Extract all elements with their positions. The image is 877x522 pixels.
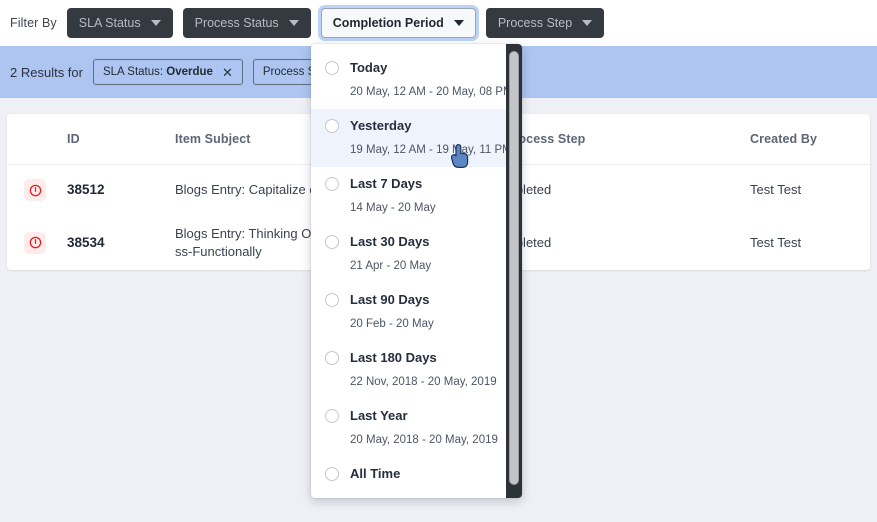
dropdown-option-range: 20 Feb - 20 May (350, 318, 434, 330)
dropdown-option-texts: Last Year 20 May, 2018 - 20 May, 2019 (339, 407, 498, 448)
row-id: 38534 (63, 234, 171, 252)
row-created-by: Test Test (746, 234, 866, 252)
app-root: Filter By SLA Status Process Status Comp… (0, 0, 877, 522)
filter-by-label: Filter By (10, 16, 57, 30)
table-header-id[interactable]: ID (63, 132, 171, 146)
radio-icon[interactable] (325, 119, 339, 133)
filter-button-process-step[interactable]: Process Step (485, 8, 605, 38)
dropdown-option-texts: Last 30 Days 21 Apr - 20 May (339, 233, 431, 274)
dropdown-option-yesterday[interactable]: Yesterday 19 May, 12 AM - 19 May, 11 PM (311, 109, 522, 167)
results-count-label: 2 Results for (10, 64, 83, 80)
dropdown-option-label: Last Year (350, 408, 408, 423)
row-created-by-value: Test Test (750, 234, 802, 250)
dropdown-options-list: Today 20 May, 12 AM - 20 May, 08 PM Yest… (311, 44, 522, 498)
filter-chip-value: Overdue (166, 66, 213, 78)
row-process-step: mpleted (501, 234, 746, 252)
dropdown-option-range: 19 May, 12 AM - 19 May, 11 PM (350, 144, 512, 156)
dropdown-option-label: Last 180 Days (350, 350, 437, 365)
row-created-by: Test Test (746, 181, 866, 199)
filter-button-label: Process Status (194, 16, 279, 30)
dropdown-option-last-year[interactable]: Last Year 20 May, 2018 - 20 May, 2019 (311, 399, 522, 457)
completion-period-dropdown: Today 20 May, 12 AM - 20 May, 08 PM Yest… (311, 44, 522, 498)
filter-button-process-status[interactable]: Process Status (182, 8, 311, 38)
close-icon[interactable]: ✕ (222, 66, 233, 79)
filter-chip-text: SLA Status: Overdue (102, 66, 213, 78)
row-created-by-value: Test Test (750, 182, 802, 197)
chevron-down-icon (453, 20, 464, 26)
chevron-down-icon (288, 20, 299, 26)
filter-button-completion-period[interactable]: Completion Period (320, 8, 476, 38)
radio-icon[interactable] (325, 467, 339, 481)
table-header-process-step[interactable]: Process Step (501, 132, 746, 146)
dropdown-option-range: 14 May - 20 May (350, 202, 436, 214)
chevron-down-icon (150, 20, 161, 26)
dropdown-option-label: Last 30 Days (350, 234, 430, 249)
row-status-cell (7, 231, 63, 254)
dropdown-option-range: 20 May, 2018 - 20 May, 2019 (350, 434, 498, 446)
dropdown-option-last-90-days[interactable]: Last 90 Days 20 Feb - 20 May (311, 283, 522, 341)
dropdown-option-texts: Last 7 Days 14 May - 20 May (339, 175, 436, 216)
dropdown-option-last-7-days[interactable]: Last 7 Days 14 May - 20 May (311, 167, 522, 225)
row-id: 38512 (63, 181, 171, 199)
filter-button-label: Completion Period (332, 16, 444, 30)
dropdown-option-range: 20 May, 12 AM - 20 May, 08 PM (350, 86, 513, 98)
radio-icon[interactable] (325, 61, 339, 75)
row-id-value: 38512 (67, 182, 105, 197)
row-id-value: 38534 (67, 234, 105, 250)
dropdown-option-label: Yesterday (350, 118, 412, 133)
dropdown-option-range: 21 Apr - 20 May (350, 260, 432, 272)
radio-icon[interactable] (325, 409, 339, 423)
table-header-created-by[interactable]: Created By (746, 132, 866, 146)
filter-button-label: Process Step (497, 16, 573, 30)
dropdown-option-texts: Yesterday 19 May, 12 AM - 19 May, 11 PM (339, 117, 512, 158)
radio-icon[interactable] (325, 235, 339, 249)
dropdown-option-label: Last 7 Days (350, 176, 423, 191)
dropdown-option-label: Last 90 Days (350, 292, 430, 307)
dropdown-option-label: Today (350, 60, 388, 75)
filter-chip-sla-status[interactable]: SLA Status: Overdue ✕ (92, 59, 243, 85)
radio-icon[interactable] (325, 351, 339, 365)
row-item-subject-value: Blogs Entry: Capitalize o (175, 182, 317, 197)
dropdown-option-label: All Time (350, 466, 401, 481)
dropdown-option-texts: Last 90 Days 20 Feb - 20 May (339, 291, 434, 332)
filter-button-label: SLA Status (78, 16, 141, 30)
dropdown-option-texts: All Time (339, 465, 400, 483)
dropdown-option-all-time[interactable]: All Time (311, 457, 522, 492)
filter-button-sla-status[interactable]: SLA Status (66, 8, 173, 38)
dropdown-option-last-180-days[interactable]: Last 180 Days 22 Nov, 2018 - 20 May, 201… (311, 341, 522, 399)
dropdown-scrollbar[interactable] (506, 44, 522, 498)
dropdown-option-texts: Last 180 Days 22 Nov, 2018 - 20 May, 201… (339, 349, 497, 390)
filter-bar: Filter By SLA Status Process Status Comp… (0, 0, 877, 46)
row-process-step: mpleted (501, 181, 746, 199)
alert-circle-icon (24, 179, 46, 201)
alert-circle-icon (24, 231, 46, 254)
chevron-down-icon (582, 20, 593, 26)
dropdown-scrollbar-thumb[interactable] (509, 51, 519, 485)
radio-icon[interactable] (325, 177, 339, 191)
dropdown-option-today[interactable]: Today 20 May, 12 AM - 20 May, 08 PM (311, 51, 522, 109)
dropdown-option-texts: Today 20 May, 12 AM - 20 May, 08 PM (339, 59, 513, 100)
dropdown-option-last-30-days[interactable]: Last 30 Days 21 Apr - 20 May (311, 225, 522, 283)
radio-icon[interactable] (325, 293, 339, 307)
row-status-cell (7, 179, 63, 201)
dropdown-option-range: 22 Nov, 2018 - 20 May, 2019 (350, 376, 497, 388)
